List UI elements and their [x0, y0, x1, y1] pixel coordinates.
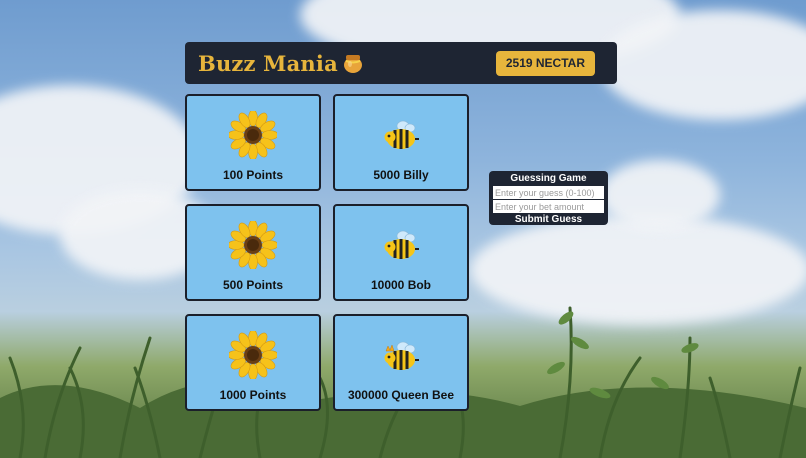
bee-icon: [335, 110, 467, 160]
submit-guess-button[interactable]: Submit Guess: [493, 214, 604, 226]
honey-pot-icon: [343, 55, 362, 73]
sunflower-icon: [187, 110, 319, 160]
reward-card[interactable]: 500 Points: [185, 204, 321, 301]
reward-card[interactable]: 5000 Billy: [333, 94, 469, 191]
guessing-game-title: Guessing Game: [510, 173, 587, 184]
reward-card-label: 500 Points: [222, 278, 284, 292]
sunflower-icon: [187, 330, 319, 380]
app-header: Buzz Mania 2519 NECTAR: [185, 42, 617, 84]
guess-input[interactable]: [493, 186, 604, 199]
bee-icon: [335, 220, 467, 270]
reward-card[interactable]: 10000 Bob: [333, 204, 469, 301]
reward-card[interactable]: 300000 Queen Bee: [333, 314, 469, 411]
bet-amount-input[interactable]: [493, 200, 604, 213]
reward-card-label: 10000 Bob: [370, 278, 432, 292]
app-title: Buzz Mania: [198, 51, 364, 76]
reward-card-label: 100 Points: [222, 168, 284, 182]
reward-card-label: 5000 Billy: [373, 168, 429, 182]
sunflower-icon: [187, 220, 319, 270]
reward-card[interactable]: 100 Points: [185, 94, 321, 191]
guessing-game-panel: Guessing Game Submit Guess: [489, 171, 608, 225]
reward-card[interactable]: 1000 Points: [185, 314, 321, 411]
app-title-text: Buzz Mania: [198, 50, 338, 76]
reward-card-label: 300000 Queen Bee: [347, 388, 455, 402]
nectar-balance-badge: 2519 NECTAR: [495, 50, 595, 76]
queen-bee-icon: [335, 330, 467, 380]
reward-card-label: 1000 Points: [219, 388, 287, 402]
